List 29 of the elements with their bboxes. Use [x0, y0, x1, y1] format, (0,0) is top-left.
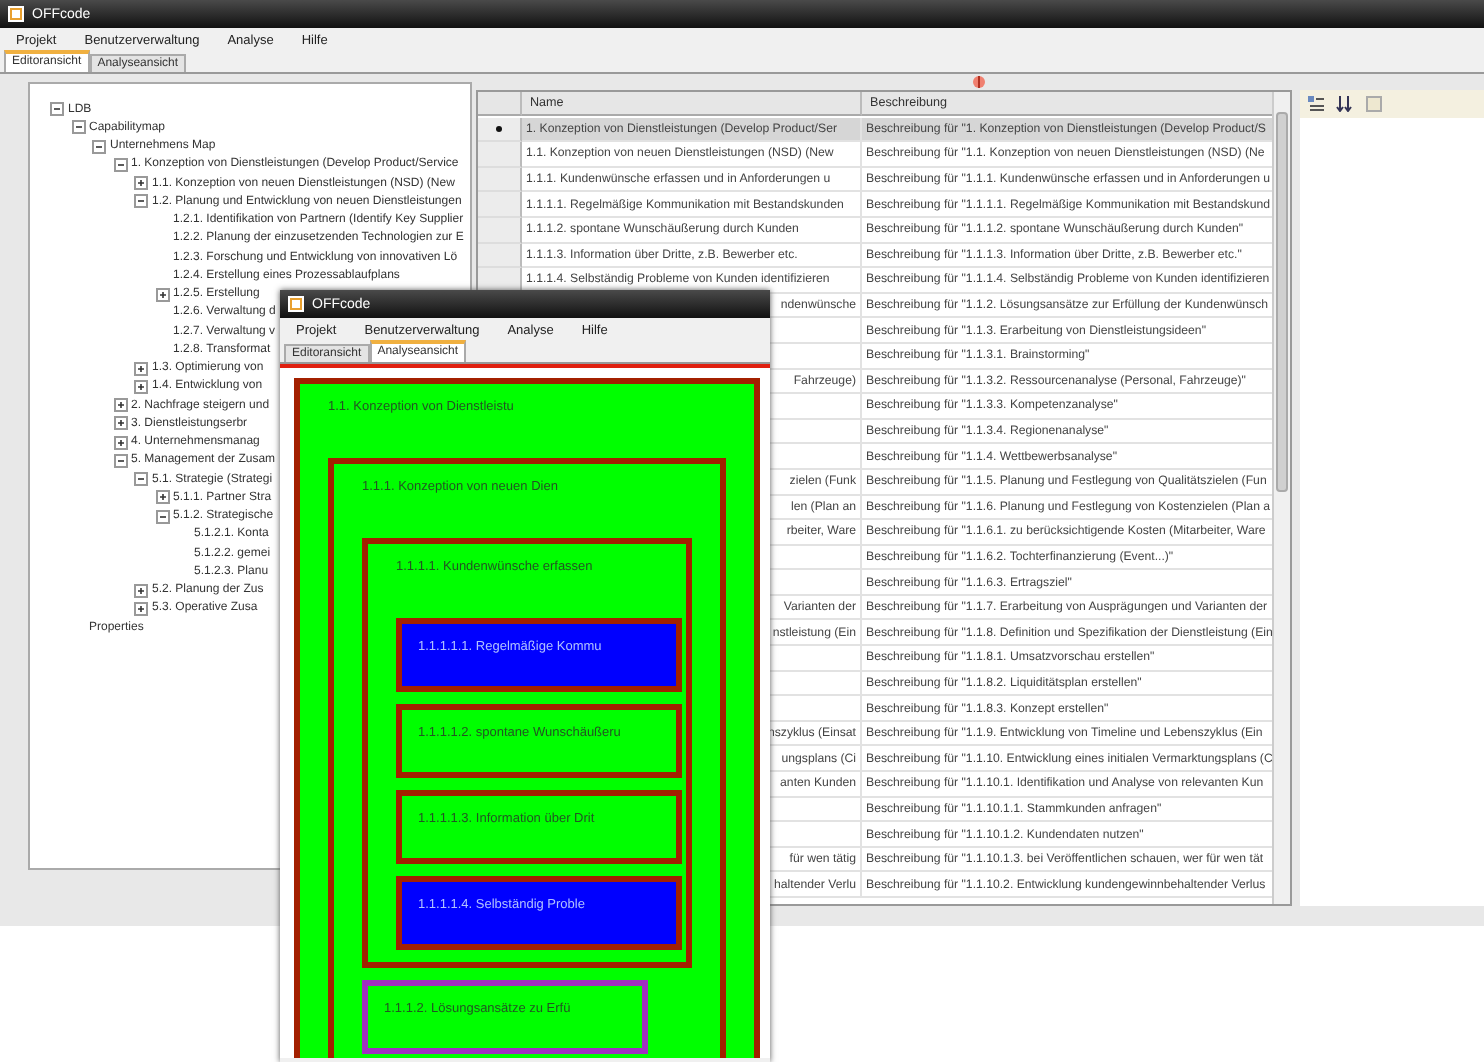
- diagram-box[interactable]: [328, 458, 726, 1058]
- expand-icon[interactable]: [155, 490, 169, 505]
- collapse-icon[interactable]: [50, 102, 64, 117]
- expand-icon[interactable]: [134, 361, 148, 376]
- collapse-icon[interactable]: [134, 472, 148, 487]
- app-icon: [288, 296, 304, 312]
- collapse-icon[interactable]: [113, 157, 127, 172]
- expand-icon[interactable]: [134, 176, 148, 191]
- collapse-icon[interactable]: [92, 139, 106, 154]
- expand-icon[interactable]: [113, 416, 127, 431]
- header-corner: [478, 92, 522, 116]
- marker-icon: [970, 74, 988, 90]
- expand-icon[interactable]: [113, 398, 127, 413]
- app-icon: [8, 6, 24, 22]
- expand-icon[interactable]: [134, 601, 148, 616]
- diagram-box[interactable]: [294, 378, 760, 1058]
- expand-icon[interactable]: [155, 287, 169, 302]
- collapse-icon[interactable]: [113, 453, 127, 468]
- categorized-icon[interactable]: [1308, 96, 1324, 112]
- collapse-icon[interactable]: [155, 509, 169, 524]
- current-row-icon: [496, 125, 502, 132]
- scrollbar[interactable]: [1272, 92, 1290, 904]
- sort-icon[interactable]: [1336, 96, 1354, 112]
- expand-icon[interactable]: [113, 435, 127, 450]
- expand-icon[interactable]: [134, 379, 148, 394]
- collapse-icon[interactable]: [134, 194, 148, 209]
- row-header[interactable]: [478, 117, 522, 143]
- expand-icon[interactable]: [134, 583, 148, 598]
- collapse-icon[interactable]: [71, 120, 85, 135]
